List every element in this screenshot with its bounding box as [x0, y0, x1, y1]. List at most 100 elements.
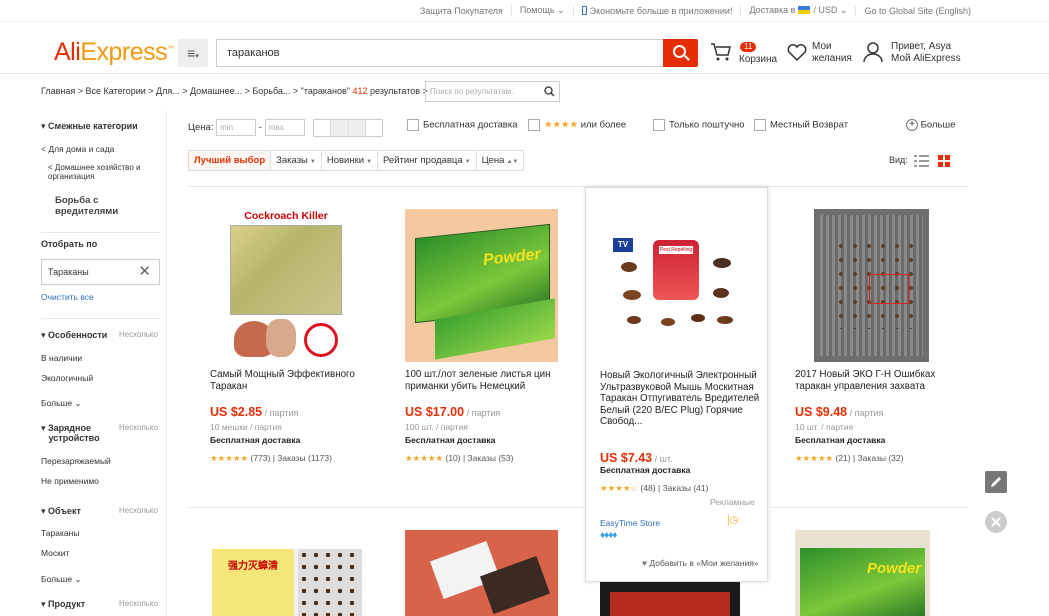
result-count: 412 [352, 86, 368, 96]
user-icon[interactable] [863, 41, 883, 63]
heart-icon[interactable] [787, 44, 807, 62]
sort-bar: Лучший выбор Заказы ▼ Новинки ▼ Рейтинг пр… [188, 150, 525, 171]
price-max-input[interactable]: max [264, 119, 305, 136]
product-title[interactable]: ▾ Продукт [41, 599, 85, 610]
product-image[interactable]: TV Pest Repelling Aid [613, 232, 741, 342]
sort-seller-rating[interactable]: Рейтинг продавца ▼ [377, 151, 476, 170]
buyer-protection-link[interactable]: Защита Покупателя [412, 6, 511, 16]
local-return-filter[interactable]: Местный Возврат [754, 119, 848, 131]
close-icon[interactable]: ✕ [138, 264, 151, 279]
rating-filter[interactable]: ★★★★ или более [528, 119, 626, 131]
product-image[interactable] [600, 582, 740, 616]
sort-newest[interactable]: Новинки ▼ [320, 151, 377, 170]
checkbox[interactable] [653, 119, 665, 131]
more-filters-link[interactable]: + Больше [906, 119, 955, 131]
object-title[interactable]: ▾ Объект [41, 506, 81, 517]
sort-best-match[interactable]: Лучший выбор [189, 151, 271, 170]
diamond-rating-icon: ♦♦♦♦ [600, 530, 617, 541]
wishlist-link[interactable]: Мои желания [812, 41, 852, 65]
product-image[interactable]: Cockroach Killer [226, 209, 346, 361]
ukraine-flag-icon [798, 6, 811, 14]
clock-icon: |◷ [727, 515, 739, 526]
sort-orders[interactable]: Заказы ▼ [270, 151, 321, 170]
ad-label: Рекламные [710, 497, 755, 507]
aliexpress-logo[interactable]: AliExpress™ [54, 38, 174, 67]
search-input[interactable]: тараканов [216, 39, 663, 67]
rating-line: ★★★★★ (773) | Заказы (1173) [210, 453, 332, 463]
global-site-link[interactable]: Go to Global Site (English) [855, 5, 979, 16]
cart-count-badge: 11 [740, 42, 757, 52]
search-in-results-input[interactable]: Поиск по результатам. [425, 81, 560, 102]
lot-size: 100 шт. / партия [405, 422, 468, 432]
charger-rechargeable[interactable]: Перезаряжаемый [41, 456, 111, 466]
charger-na[interactable]: Не применимо [41, 476, 99, 486]
object-mosquito[interactable]: Москит [41, 548, 70, 558]
lot-size: 10 мешки / партия [210, 422, 282, 432]
edit-icon[interactable] [985, 471, 1007, 493]
search-icon[interactable] [544, 86, 555, 97]
feature-in-stock[interactable]: В наличии [41, 353, 82, 363]
search-button[interactable] [663, 39, 698, 67]
plus-circle-icon: + [906, 119, 918, 131]
view-label: Вид: [889, 155, 908, 165]
rating-line: ★★★★☆ (48) | Заказы (41) [600, 483, 709, 493]
product-title[interactable]: Самый Мощный Эффективного Таракан [210, 369, 370, 392]
price-filter: Цена: min - max [188, 119, 305, 136]
sort-price[interactable]: Цена ▲▼ [475, 151, 524, 170]
product-price: US $2.85 / партия [210, 405, 299, 419]
related-categories-title[interactable]: ▾ Смежные категории [41, 121, 138, 132]
free-shipping-filter[interactable]: Бесплатная доставка [407, 119, 518, 131]
cart-icon[interactable] [710, 42, 732, 62]
feature-eco[interactable]: Экологичный [41, 373, 93, 383]
clear-all-link[interactable]: Очистить все [41, 292, 94, 302]
checkbox[interactable] [528, 119, 540, 131]
more-objects-link[interactable]: Больше ⌄ [41, 574, 82, 585]
category-household[interactable]: < Домашнее хозяйство и организация [48, 163, 140, 181]
lot-size: 10 шт. / партия [795, 422, 854, 432]
cart-link[interactable]: Корзина [739, 54, 777, 66]
category-menu-button[interactable]: ≡▾ [178, 39, 208, 67]
phone-icon [581, 5, 587, 15]
object-cockroaches[interactable]: Тараканы [41, 528, 79, 538]
account-link[interactable]: Привет, Asya Мой AliExpress [891, 41, 961, 65]
product-title[interactable]: 100 шт./лот зеленые листья цин приманки … [405, 369, 565, 392]
breadcrumb-path[interactable]: Главная > Все Категории > Для... > Домаш… [41, 86, 301, 96]
product-image[interactable]: 强力灭蟑清 [212, 549, 362, 616]
app-promo-link[interactable]: Экономьте больше в приложении! [572, 5, 741, 16]
list-view-icon[interactable] [914, 155, 929, 167]
category-home-garden[interactable]: < Для дома и сада [41, 144, 114, 154]
product-image[interactable] [405, 530, 558, 616]
add-to-wishlist[interactable]: ♥ Добавить в «Мои желания» [642, 558, 759, 568]
multi-select-label[interactable]: Несколько [119, 599, 158, 608]
top-bar: Защита Покупателя Помощь ⌄ Экономьте бол… [0, 0, 1049, 22]
product-title[interactable]: Новый Экологичный Электронный Ультразвук… [600, 370, 760, 428]
close-icon[interactable] [985, 511, 1007, 533]
more-features-link[interactable]: Больше ⌄ [41, 398, 82, 409]
charger-title[interactable]: ▾ Зарядное устройство [41, 423, 100, 443]
product-image[interactable]: Powder [405, 209, 558, 362]
heart-icon: ♥ [642, 558, 648, 568]
single-item-filter[interactable]: Только поштучно [653, 119, 745, 131]
sort-updown-icon: ▲▼ [506, 159, 519, 165]
product-price: US $17.00 / партия [405, 405, 501, 419]
multi-select-label[interactable]: Несколько [119, 506, 158, 515]
filter-by-title: Отобрать по [41, 239, 98, 249]
multi-select-label[interactable]: Несколько [119, 423, 158, 432]
applied-filter-chip: Тараканы ✕ [41, 259, 160, 285]
help-menu[interactable]: Помощь ⌄ [510, 5, 573, 16]
product-title[interactable]: 2017 Новый ЭКО Г-Н Ошибках таракан управ… [795, 369, 955, 392]
features-title[interactable]: ▾ Особенности [41, 330, 107, 341]
multi-select-label[interactable]: Несколько [119, 330, 158, 339]
store-link[interactable]: EasyTime Store [600, 518, 660, 528]
checkbox[interactable] [754, 119, 766, 131]
checkbox[interactable] [407, 119, 419, 131]
price-min-input[interactable]: min [216, 119, 257, 136]
free-shipping-label: Бесплатная доставка [795, 435, 886, 445]
ship-to-menu[interactable]: Доставка в / USD ⌄ [740, 5, 855, 16]
free-shipping-label: Бесплатная доставка [210, 435, 301, 445]
grid-view-icon[interactable] [938, 155, 950, 167]
product-image[interactable]: Powder [795, 530, 930, 616]
sort-down-icon: ▼ [309, 159, 316, 165]
price-ok-button[interactable] [313, 119, 383, 137]
product-image[interactable] [814, 209, 929, 362]
